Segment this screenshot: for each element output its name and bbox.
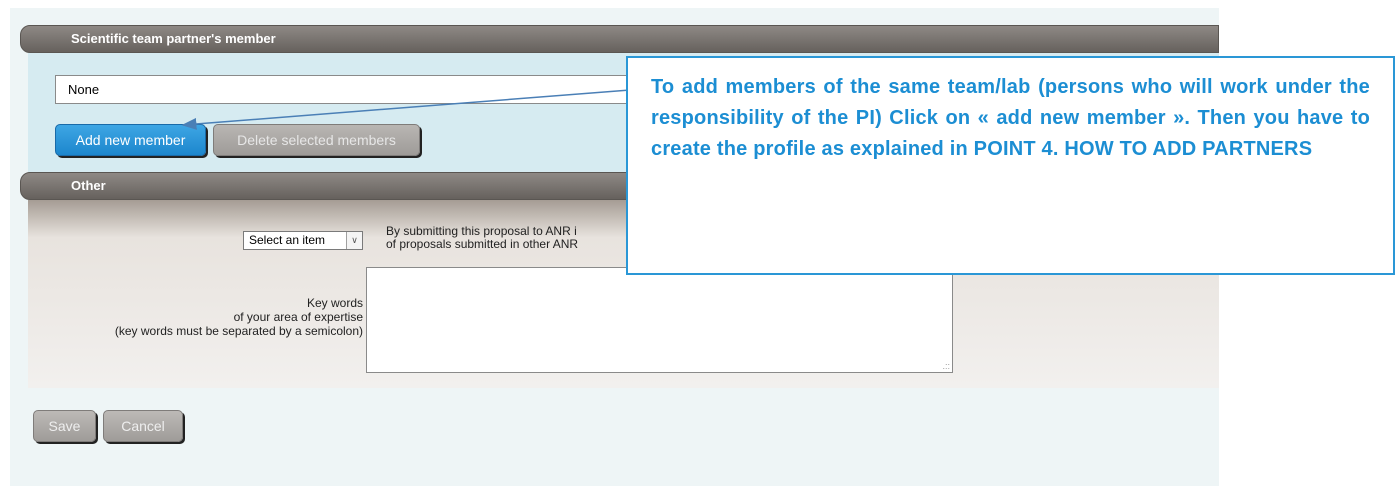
keywords-label-line-1: Key words — [306, 296, 363, 310]
resize-grip-icon[interactable]: .:: — [942, 362, 950, 371]
keywords-label-line-3: (key words must be separated by a semico… — [114, 324, 363, 338]
consent-select-value: Select an item — [249, 233, 326, 247]
instruction-callout: To add members of the same team/lab (per… — [626, 56, 1395, 275]
consent-text: By submitting this proposal to ANR i of … — [386, 225, 636, 251]
consent-line-2: of proposals submitted in other ANR — [386, 237, 579, 251]
save-button[interactable]: Save — [33, 410, 96, 442]
keywords-label: Key words of your area of expertise (key… — [20, 296, 363, 338]
add-new-member-button[interactable]: Add new member — [55, 124, 206, 156]
section-header-team: Scientific team partner's member — [20, 25, 1219, 53]
delete-selected-members-button[interactable]: Delete selected members — [213, 124, 420, 156]
keywords-label-line-2: of your area of expertise — [233, 310, 363, 324]
keywords-textarea[interactable]: .:: — [366, 267, 953, 373]
cancel-button[interactable]: Cancel — [103, 410, 183, 442]
chevron-down-icon[interactable]: ∨ — [346, 232, 362, 249]
consent-select[interactable]: Select an item ∨ — [243, 231, 363, 250]
